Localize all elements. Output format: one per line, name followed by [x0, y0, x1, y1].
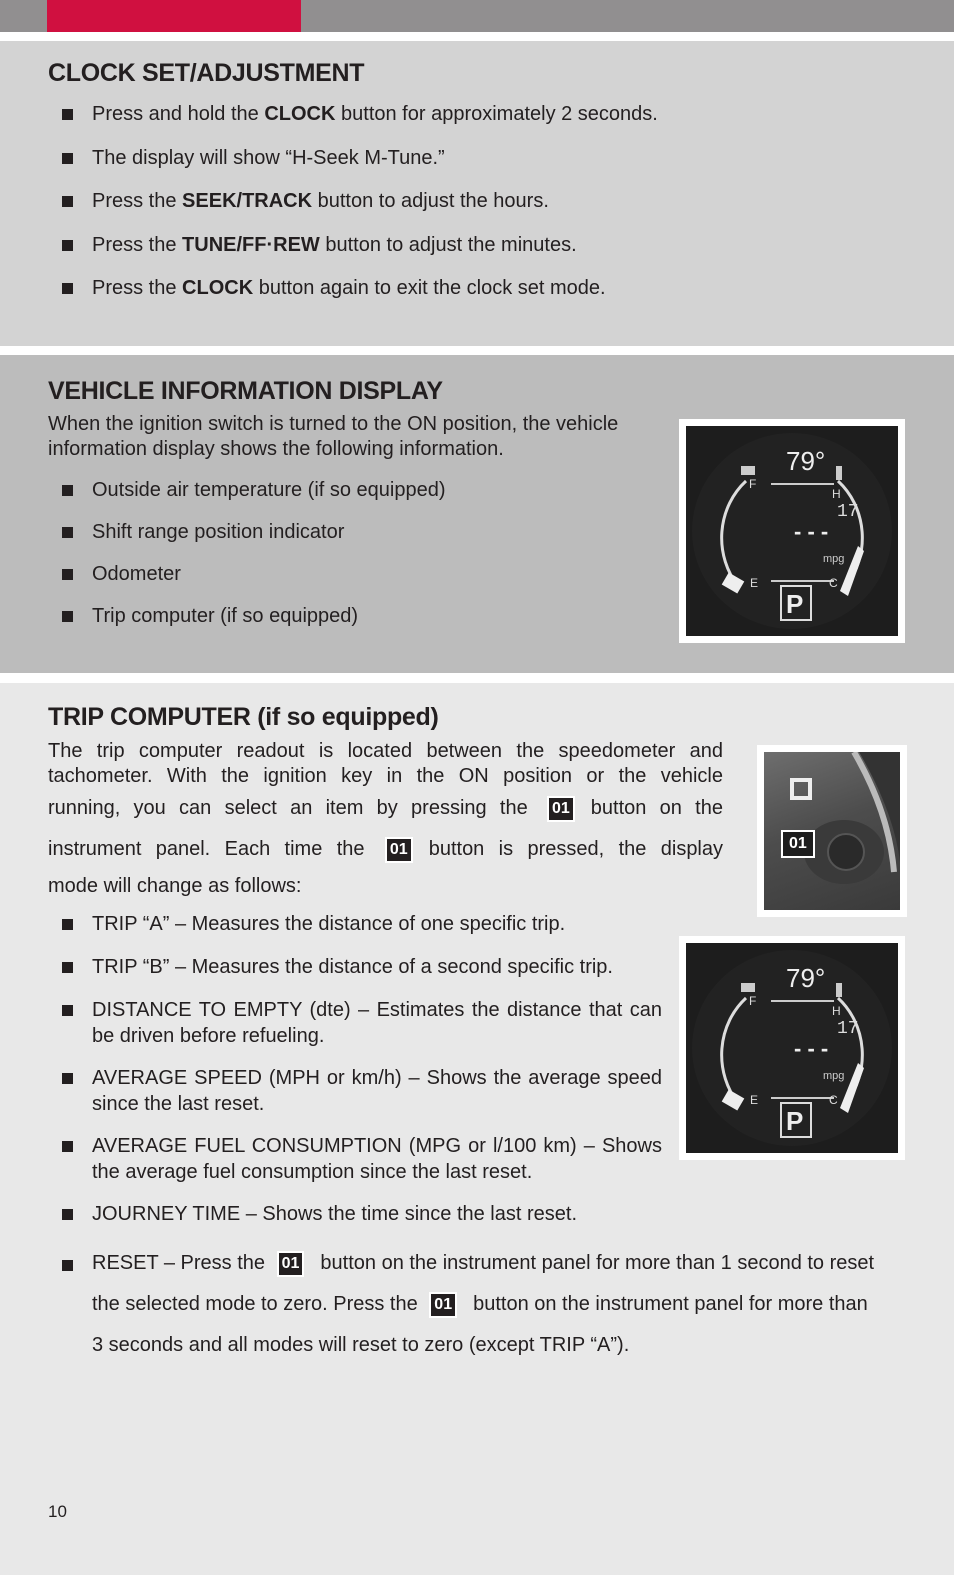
bullet-square-icon — [62, 1005, 73, 1016]
unit-label: mpg — [823, 553, 844, 565]
section-intro: The trip computer readout is located bet… — [48, 740, 724, 897]
temperature-readout: 79° — [786, 963, 825, 993]
fuel-pump-icon — [741, 466, 755, 475]
list-item: DISTANCE TO EMPTY (dte) – Estimates the … — [62, 997, 662, 1049]
bullet-square-icon — [62, 1073, 73, 1084]
bullet-square-icon — [62, 283, 73, 294]
section-title: TRIP COMPUTER (if so equipped) — [48, 703, 439, 731]
trip-display-photo: 79° - - - mpg F E H C 17 P — [679, 936, 905, 1160]
list-item: Shift range position indicator — [62, 519, 446, 561]
gauge-display-illustration: 79° - - - mpg F E H C 17 P — [692, 950, 892, 1146]
fuel-pump-icon — [741, 983, 755, 992]
display-mode-list: TRIP “A” – Measures the distance of one … — [62, 911, 662, 1244]
button-01-badge: 01 — [384, 836, 413, 863]
svg-text:C: C — [829, 576, 838, 590]
list-item: Press and hold the CLOCK button for appr… — [62, 101, 658, 145]
list-item: AVERAGE SPEED (MPH or km/h) – Shows the … — [62, 1065, 662, 1117]
svg-text:E: E — [750, 576, 758, 590]
list-item: JOURNEY TIME – Shows the time since the … — [62, 1201, 662, 1227]
list-item: Press the TUNE/FF·REW button to adjust t… — [62, 232, 658, 276]
bullet-square-icon — [62, 527, 73, 538]
list-item: Trip computer (if so equipped) — [62, 603, 446, 645]
unit-label: mpg — [823, 1070, 844, 1082]
bullet-square-icon — [62, 109, 73, 120]
page-number: 10 — [48, 1502, 67, 1521]
square-indicator-icon — [790, 778, 812, 800]
bullet-square-icon — [62, 485, 73, 496]
svg-text:17: 17 — [837, 1019, 859, 1039]
bullet-square-icon — [62, 239, 73, 251]
svg-text:E: E — [750, 1093, 758, 1107]
bullet-square-icon — [62, 1209, 73, 1220]
button-01-badge: 01 — [276, 1250, 305, 1277]
svg-text:C: C — [829, 1093, 838, 1107]
reset-instructions: RESET – Press the 01 button on the instru… — [62, 1243, 922, 1366]
coolant-temp-icon — [836, 983, 842, 997]
list-item: Press the CLOCK button again to exit the… — [62, 275, 658, 319]
bullet-square-icon — [62, 569, 73, 580]
bullet-square-icon — [62, 196, 73, 207]
gear-indicator: P — [786, 589, 803, 619]
svg-text:F: F — [749, 994, 756, 1008]
header-accent — [47, 0, 301, 32]
instrument-panel-button-photo: 01 — [757, 745, 907, 917]
header-bar — [0, 0, 954, 32]
list-item: Outside air temperature (if so equipped) — [62, 477, 446, 519]
clock-steps-list: Press and hold the CLOCK button for appr… — [62, 101, 658, 319]
coolant-temp-icon — [836, 466, 842, 480]
gear-indicator: P — [786, 1106, 803, 1136]
gauge-display-illustration: 79° - - - mpg F E H C 17 P — [692, 433, 892, 629]
trip-value-readout: - - - — [794, 1036, 828, 1061]
button-01-badge: 01 — [781, 830, 815, 858]
button-01-badge: 01 — [547, 795, 575, 822]
svg-text:F: F — [749, 477, 756, 491]
clock-section: CLOCK SET/ADJUSTMENT Press and hold the … — [0, 41, 954, 346]
button-01-badge: 01 — [429, 1291, 458, 1318]
bullet-square-icon — [62, 1260, 73, 1271]
list-item: Press the SEEK/TRACK button to adjust th… — [62, 188, 658, 232]
list-item: TRIP “B” – Measures the distance of a se… — [62, 954, 662, 980]
temperature-readout: 79° — [786, 446, 825, 476]
list-item: Odometer — [62, 561, 446, 603]
info-list: Outside air temperature (if so equipped)… — [62, 477, 446, 645]
section-title: VEHICLE INFORMATION DISPLAY — [48, 377, 443, 405]
section-intro: When the ignition switch is turned to th… — [48, 413, 619, 460]
bullet-square-icon — [62, 611, 73, 622]
list-item: AVERAGE FUEL CONSUMPTION (MPG or l/100 k… — [62, 1133, 662, 1185]
trip-knob — [827, 833, 865, 871]
bullet-square-icon — [62, 962, 73, 973]
bullet-square-icon — [62, 152, 73, 164]
bullet-square-icon — [62, 919, 73, 930]
bullet-square-icon — [62, 1141, 73, 1152]
section-title: CLOCK SET/ADJUSTMENT — [48, 59, 365, 87]
info-display-photo: 79° - - - mpg F E H C 17 P — [679, 419, 905, 643]
svg-text:H: H — [832, 487, 841, 501]
trip-value-readout: - - - — [794, 519, 828, 544]
list-item: The display will show “H-Seek M-Tune.” — [62, 145, 658, 189]
svg-text:H: H — [832, 1004, 841, 1018]
list-item: TRIP “A” – Measures the distance of one … — [62, 911, 662, 937]
svg-text:17: 17 — [837, 502, 859, 522]
